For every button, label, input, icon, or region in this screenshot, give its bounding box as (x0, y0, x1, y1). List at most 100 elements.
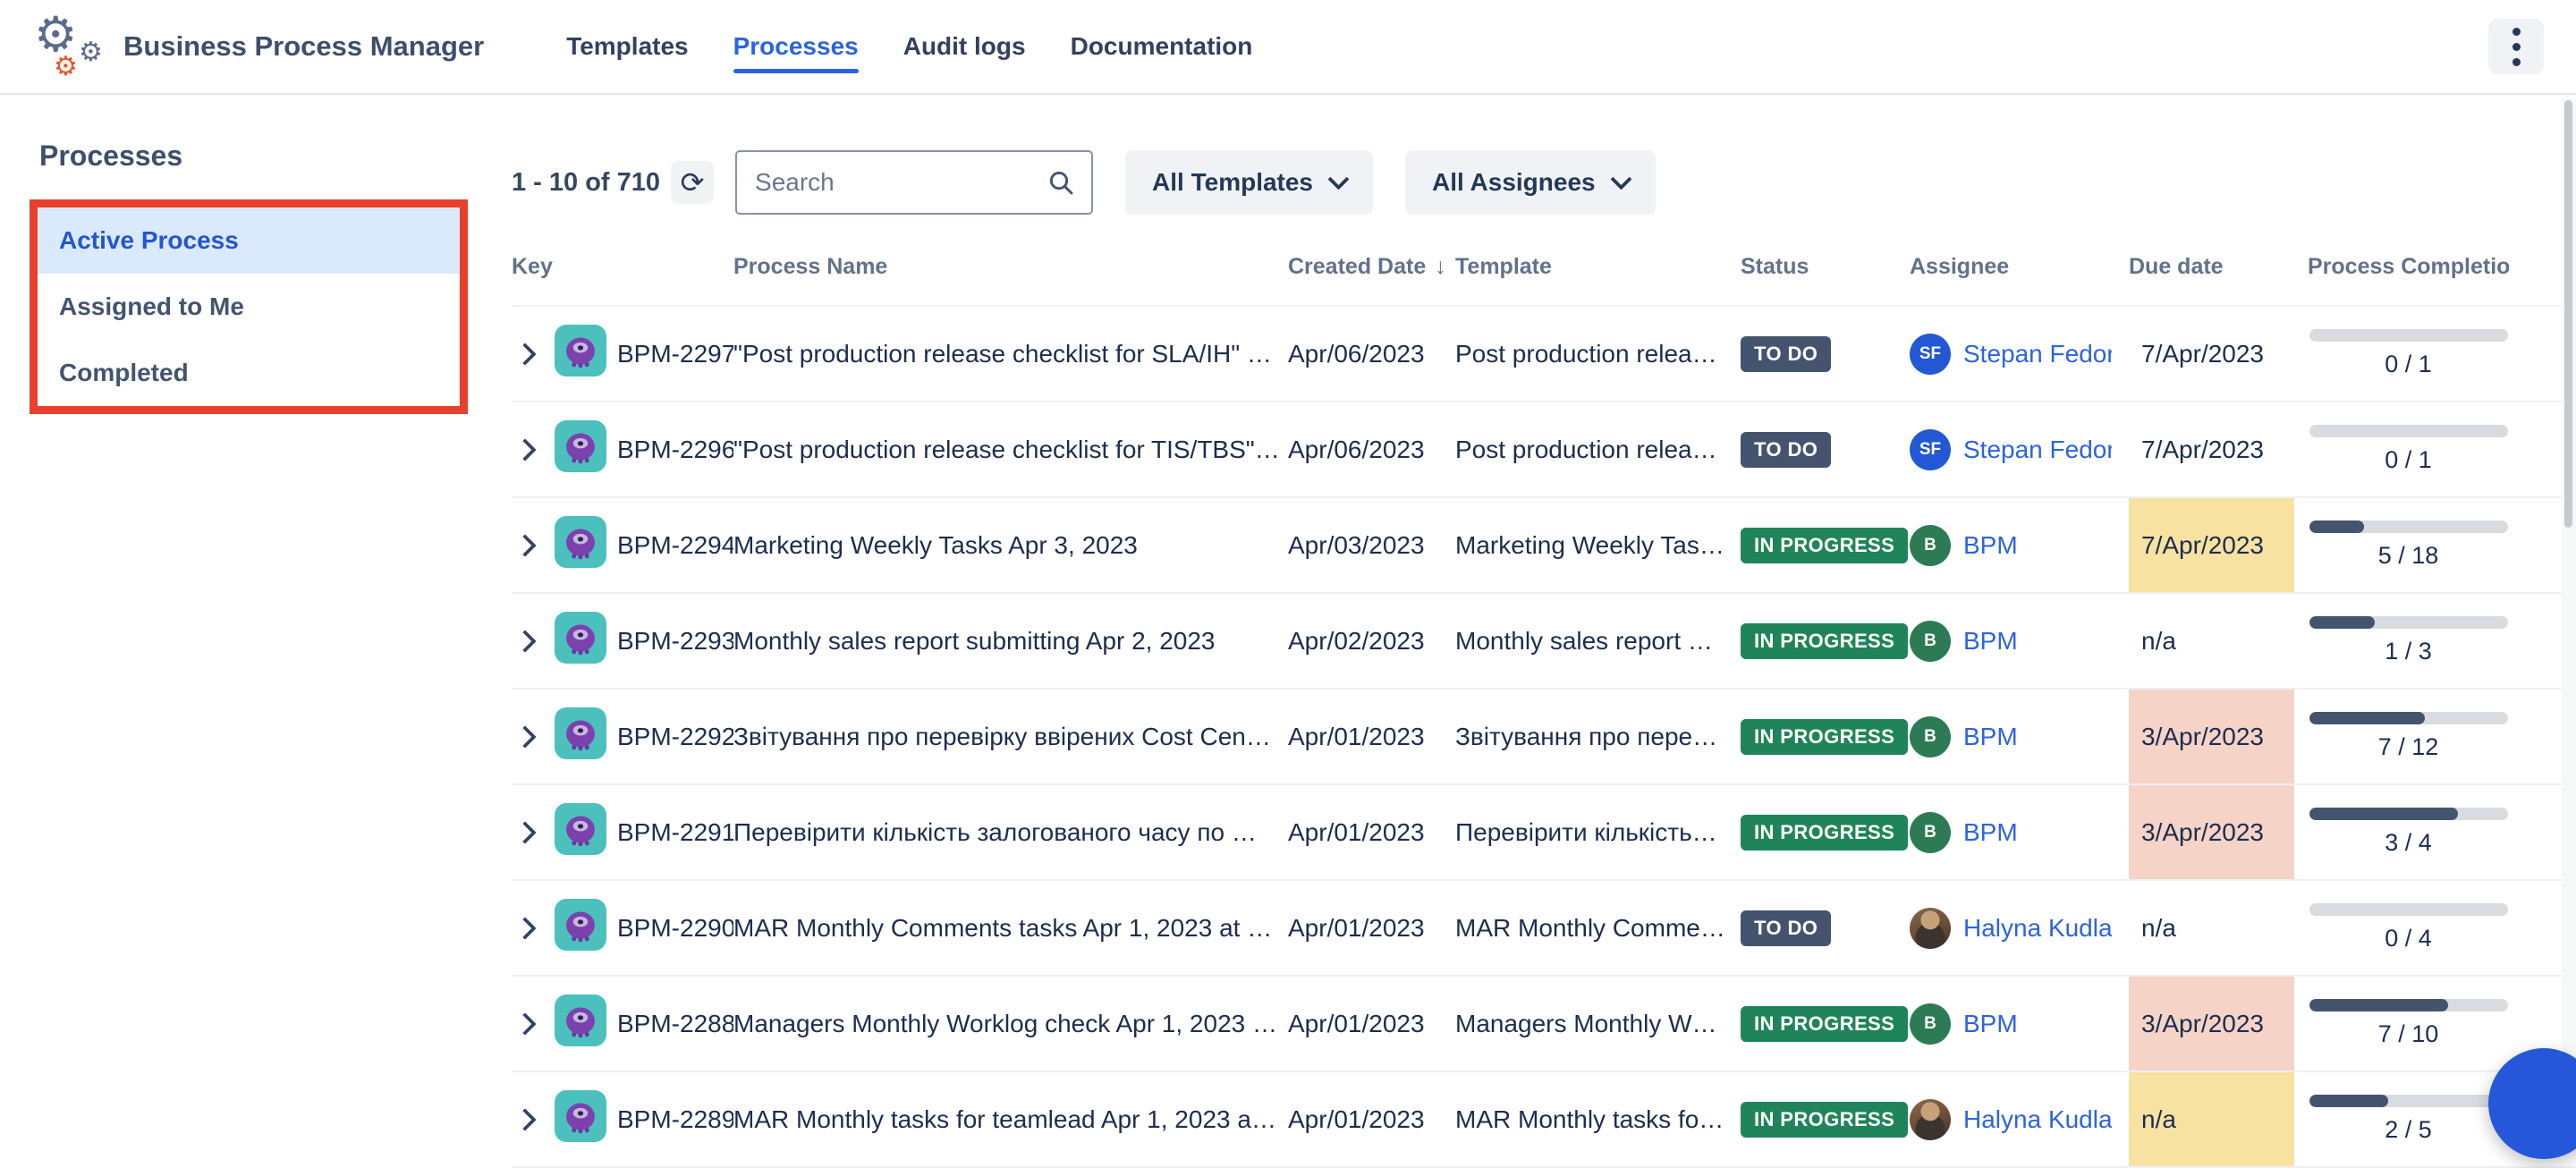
expand-chevron-icon[interactable] (513, 725, 536, 748)
created-date: Apr/01/2023 (1288, 1105, 1455, 1134)
search-input[interactable] (753, 167, 1046, 198)
process-icon (555, 899, 617, 957)
process-icon (555, 325, 617, 383)
process-icon (555, 516, 617, 574)
kebab-dot-icon (2512, 58, 2521, 66)
expand-chevron-icon[interactable] (513, 1012, 536, 1035)
assignee-link[interactable]: BPM (1963, 531, 2018, 560)
column-header-process-completion[interactable]: Process Completion (2308, 254, 2509, 280)
table-row[interactable]: BPM-2297 "Post production release checkl… (512, 307, 2576, 402)
progress-bar-fill (2309, 808, 2459, 820)
table-row[interactable]: BPM-2292 Звітування про перевірку ввірен… (512, 690, 2576, 785)
tab-audit-logs[interactable]: Audit logs (903, 32, 1026, 61)
kebab-dot-icon (2512, 28, 2521, 36)
completion-cell: 1 / 3 (2308, 616, 2509, 665)
progress-bar (2309, 521, 2508, 533)
kebab-menu-button[interactable] (2488, 19, 2544, 74)
due-date-cell: n/a (2129, 881, 2294, 975)
red-annotation-box: Active ProcessAssigned to MeCompleted (30, 199, 468, 414)
process-key: BPM-2291 (617, 818, 733, 847)
filter-all-templates-dropdown[interactable]: All Templates (1125, 150, 1373, 215)
column-header-template[interactable]: Template (1455, 254, 1741, 280)
process-key: BPM-2289 (617, 1105, 733, 1134)
scrollbar-thumb[interactable] (2564, 100, 2572, 528)
template-name: Monthly sales report … (1455, 627, 1741, 656)
expand-chevron-icon[interactable] (513, 438, 536, 461)
refresh-icon: ⟳ (681, 165, 705, 199)
column-label: Created Date (1288, 254, 1426, 280)
expand-chevron-icon[interactable] (513, 343, 536, 365)
due-date-text: 3/Apr/2023 (2141, 723, 2264, 751)
column-header-process-name[interactable]: Process Name (733, 254, 1288, 280)
column-header-created-date[interactable]: Created Date↓ (1288, 254, 1455, 280)
assignee-cell: SF Stepan Fedorov (1910, 334, 2129, 375)
scrollbar-track (2562, 98, 2576, 1127)
due-date-cell: 3/Apr/2023 (2129, 977, 2294, 1071)
chevron-down-icon (1327, 168, 1349, 190)
process-icon (555, 803, 617, 861)
table-row[interactable]: BPM-2293 Monthly sales report submitting… (512, 594, 2576, 690)
avatar-initials: B (1910, 1003, 1951, 1045)
assignee-cell: Halyna Kudlai (1910, 1099, 2129, 1140)
completion-cell: 0 / 1 (2308, 425, 2509, 474)
due-date-cell: 3/Apr/2023 (2129, 785, 2294, 879)
column-label: Process Name (733, 254, 887, 280)
column-label: Due date (2129, 254, 2224, 280)
progress-bar-fill (2309, 616, 2376, 629)
progress-bar-fill (2309, 521, 2365, 533)
avatar-initials: SF (1910, 334, 1951, 375)
assignee-link[interactable]: BPM (1963, 1010, 2018, 1038)
result-count: 1 - 10 of 710 (512, 168, 660, 198)
tab-templates[interactable]: Templates (566, 32, 688, 61)
table-row[interactable]: BPM-2294 Marketing Weekly Tasks Apr 3, 2… (512, 498, 2576, 594)
sidebar-item-active-process[interactable]: Active Process (38, 207, 460, 274)
expand-chevron-icon[interactable] (513, 821, 536, 843)
column-header-assignee[interactable]: Assignee (1910, 254, 2129, 280)
assignee-cell: B BPM (1910, 525, 2129, 566)
assignee-link[interactable]: Halyna Kudlai (1963, 914, 2112, 943)
sidebar-item-assigned-to-me[interactable]: Assigned to Me (38, 274, 460, 340)
completion-label: 1 / 3 (2385, 638, 2432, 665)
expand-chevron-icon[interactable] (513, 1108, 536, 1130)
expand-chevron-icon[interactable] (513, 917, 536, 939)
column-header-status[interactable]: Status (1741, 254, 1910, 280)
due-date-cell: 7/Apr/2023 (2129, 402, 2294, 496)
created-date: Apr/01/2023 (1288, 914, 1455, 943)
sidebar-item-completed[interactable]: Completed (38, 340, 460, 406)
template-name: Post production relea… (1455, 340, 1741, 368)
expand-chevron-icon[interactable] (513, 630, 536, 652)
table-row[interactable]: BPM-2291 Перевірити кількість залоговано… (512, 785, 2576, 881)
status-badge: IN PROGRESS (1741, 528, 1908, 563)
due-date-text: 3/Apr/2023 (2141, 818, 2264, 847)
assignee-cell: B BPM (1910, 812, 2129, 853)
avatar-initials: B (1910, 525, 1951, 566)
main-tabs: Templates Processes Audit logs Documentatio… (566, 32, 1252, 61)
process-icon (555, 612, 617, 670)
avatar-initials: B (1910, 716, 1951, 758)
created-date: Apr/01/2023 (1288, 723, 1455, 751)
column-header-key[interactable]: Key (512, 254, 733, 280)
avatar-initials: B (1910, 621, 1951, 662)
table-row[interactable]: BPM-2288 Managers Monthly Worklog check … (512, 977, 2576, 1072)
due-date-text: n/a (2141, 914, 2176, 943)
process-name: "Post production release checklist for S… (733, 340, 1288, 368)
due-date-text: 7/Apr/2023 (2141, 436, 2264, 464)
process-name: MAR Monthly tasks for teamlead Apr 1, 20… (733, 1105, 1288, 1134)
column-header-due-date[interactable]: Due date (2129, 254, 2308, 280)
assignee-link[interactable]: Halyna Kudlai (1963, 1105, 2112, 1134)
tab-processes[interactable]: Processes (733, 32, 859, 61)
tab-documentation[interactable]: Documentation (1071, 32, 1253, 61)
completion-label: 7 / 12 (2378, 733, 2439, 761)
assignee-link[interactable]: BPM (1963, 723, 2018, 751)
assignee-link[interactable]: BPM (1963, 627, 2018, 656)
table-row[interactable]: BPM-2289 MAR Monthly tasks for teamlead … (512, 1072, 2576, 1168)
process-key: BPM-2296 (617, 436, 733, 464)
expand-chevron-icon[interactable] (513, 534, 536, 556)
assignee-link[interactable]: Stepan Fedorov (1963, 436, 2112, 464)
assignee-link[interactable]: Stepan Fedorov (1963, 340, 2112, 368)
assignee-link[interactable]: BPM (1963, 818, 2018, 847)
refresh-button[interactable]: ⟳ (671, 161, 714, 204)
table-row[interactable]: BPM-2296 "Post production release checkl… (512, 402, 2576, 498)
filter-all-assignees-dropdown[interactable]: All Assignees (1405, 150, 1656, 215)
table-row[interactable]: BPM-2290 MAR Monthly Comments tasks Apr … (512, 881, 2576, 977)
